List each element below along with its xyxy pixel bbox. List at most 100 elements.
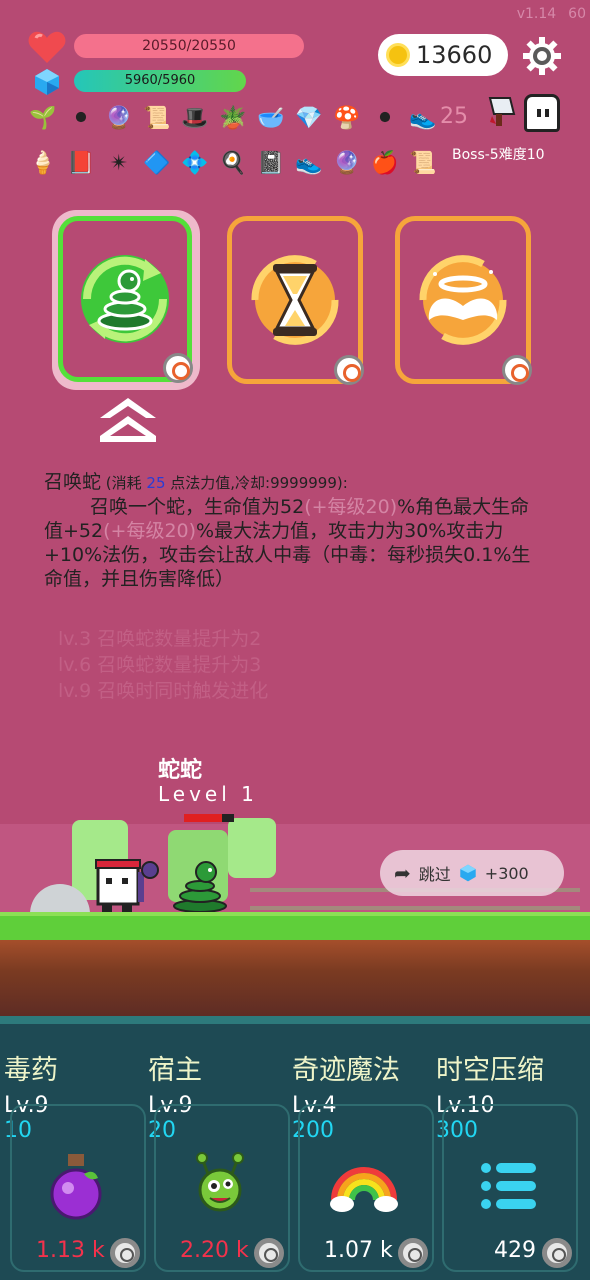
sneaker-icon[interactable]: 👟 (292, 145, 326, 181)
scroll-icon[interactable]: 📜 (406, 145, 440, 181)
skill-value: 429 (494, 1238, 536, 1263)
heart-icon (28, 31, 66, 63)
version-info: v1.14 60 (517, 6, 586, 22)
hourglass-icon (251, 255, 339, 345)
skill-value: 1.13 k (36, 1238, 105, 1263)
tree-decoration (228, 818, 276, 878)
faded-count: 25 (440, 104, 468, 129)
sapling-icon[interactable]: 🌱 (26, 100, 60, 136)
snake-pet (173, 861, 227, 912)
mortar-icon[interactable]: 🥣 (254, 100, 288, 136)
fried-egg-icon[interactable]: 🍳 (216, 145, 250, 181)
skill-value: 2.20 k (180, 1238, 249, 1263)
mana-gem-icon (35, 69, 59, 95)
skill-name: 奇迹魔法 (292, 1055, 400, 1086)
diamond-icon[interactable]: 💎 (292, 100, 326, 136)
skill-host[interactable]: 宿主 Lv.9 20 2.20 k (148, 1048, 294, 1278)
boss-difficulty-label: Boss-5难度10 (452, 147, 545, 163)
blue-gem-icon[interactable]: 🔷 (140, 145, 174, 181)
ghost-icon[interactable] (524, 94, 560, 132)
skip-button[interactable]: ➦ 跳过 +300 (380, 850, 564, 896)
grass-ground (0, 912, 590, 940)
body-text-1: 召唤一个蛇，生命值为52 (90, 496, 305, 518)
level-bonus-item: lv.3 召唤蛇数量提升为2 (58, 628, 262, 650)
coin-amount: 13660 (416, 41, 493, 69)
skill-upgrade-gear-icon[interactable] (110, 1238, 140, 1268)
angel-halo-icon (419, 255, 507, 345)
card-upgrade-icon (334, 355, 364, 385)
cleaver-icon[interactable] (484, 94, 520, 130)
crystal-ball-icon[interactable]: 🔮 (102, 100, 136, 136)
skill-cost-mana: 25 (146, 474, 166, 492)
list-icon (481, 1163, 536, 1209)
pet-hp-fill (184, 814, 222, 822)
skill-panel-edge (0, 1016, 590, 1024)
dirt-ground (0, 940, 590, 1016)
skill-miracle-magic[interactable]: 奇迹魔法 Lv.4 200 1.07 k (292, 1048, 438, 1278)
skill-poison[interactable]: 毒药 Lv.9 10 1.13 k (4, 1048, 150, 1278)
card-upgrade-icon (502, 355, 532, 385)
hp-bar: 20550/20550 (74, 34, 304, 58)
skill-upgrade-gear-icon[interactable] (398, 1238, 428, 1268)
skill-upgrade-gear-icon[interactable] (542, 1238, 572, 1268)
skill-card-snake-selected[interactable] (52, 210, 200, 390)
crystal-ball-icon[interactable]: 🔮 (330, 145, 364, 181)
skill-name: 时空压缩 (436, 1055, 544, 1086)
skill-cost-prefix: (消耗 (101, 474, 147, 492)
skip-arrow-icon: ➦ (394, 861, 411, 885)
apple-icon[interactable]: 🍎 (368, 145, 402, 181)
hero-character (95, 859, 159, 912)
inventory-row-2: 🍦 📕 ✴ 🔷 💠 🍳 📓 👟 🔮 🍎 📜 (26, 145, 440, 181)
skill-name: 宿主 (148, 1055, 202, 1086)
settings-gear-icon[interactable] (522, 36, 562, 76)
pet-level: Level 1 (158, 782, 258, 806)
skill-upgrade-gear-icon[interactable] (254, 1238, 284, 1268)
card-upgrade-icon (163, 353, 193, 383)
rainbow-icon (330, 1167, 398, 1212)
potted-plant-icon[interactable]: 🪴 (216, 100, 250, 136)
poison-potion-icon (50, 1154, 102, 1220)
level-bonus-item: lv.6 召唤蛇数量提升为3 (58, 654, 262, 676)
gem-reward-icon (460, 864, 476, 882)
sneaker-icon[interactable]: 👟 (406, 100, 440, 136)
selected-indicator-chevron-icon (100, 398, 156, 442)
skill-description: 召唤蛇 (消耗 25 点法力值,冷却:9999999): 召唤一个蛇，生命值为5… (44, 470, 544, 591)
skill-card-angel[interactable] (395, 216, 532, 385)
coin-icon (386, 43, 410, 67)
skill-body: 召唤一个蛇，生命值为52(+每级20)%角色最大生命值+52(+每级20)%最大… (44, 495, 544, 591)
version-text: v1.14 (516, 6, 557, 22)
coin-counter: 13660 (378, 34, 508, 76)
ice-cream-icon[interactable]: 🍦 (26, 145, 60, 181)
scroll-icon[interactable]: 📜 (140, 100, 174, 136)
skill-time-compression[interactable]: 时空压缩 Lv.10 300 429 (436, 1048, 582, 1278)
mana-bar: 5960/5960 (74, 70, 246, 92)
germ-monster-icon (196, 1152, 244, 1212)
level-bonus-item: lv.9 召唤时同时触发进化 (58, 680, 269, 702)
pet-hp-bar (184, 814, 234, 822)
fps-text: 60 (568, 6, 586, 22)
skill-card-hourglass[interactable] (227, 216, 364, 385)
skill-title: 召唤蛇 (44, 471, 102, 493)
skill-header: 召唤蛇 (消耗 25 点法力值,冷却:9999999): (44, 470, 544, 495)
body-dim-1: (+每级20) (304, 496, 398, 518)
level-bonus-list: lv.3 召唤蛇数量提升为2 lv.6 召唤蛇数量提升为3 lv.9 召唤时同时… (58, 626, 268, 704)
shuriken-icon[interactable]: ✴ (102, 145, 136, 181)
mana-text: 5960/5960 (124, 73, 196, 88)
pet-name: 蛇蛇 (158, 758, 203, 783)
skill-name: 毒药 (4, 1055, 58, 1086)
diamond-icon[interactable]: 💠 (178, 145, 212, 181)
skill-value: 1.07 k (324, 1238, 393, 1263)
body-dim-2: (+每级20) (103, 520, 197, 542)
cauldron-icon[interactable]: ⚫ (64, 100, 98, 136)
skill-card-snake[interactable] (58, 216, 193, 383)
skip-label: 跳过 (418, 865, 451, 884)
snake-summon-icon (81, 255, 169, 343)
hp-text: 20550/20550 (142, 38, 236, 54)
skip-reward: +300 (484, 863, 529, 883)
skull-book-icon[interactable]: 📓 (254, 145, 288, 181)
skill-cost-suffix: 点法力值,冷却:9999999): (165, 474, 348, 492)
cauldron-icon[interactable]: ⚫ (368, 100, 402, 136)
wizard-hat-icon[interactable]: 🎩 (178, 100, 212, 136)
spellbook-icon[interactable]: 📕 (64, 145, 98, 181)
mushroom-icon[interactable]: 🍄 (330, 100, 364, 136)
